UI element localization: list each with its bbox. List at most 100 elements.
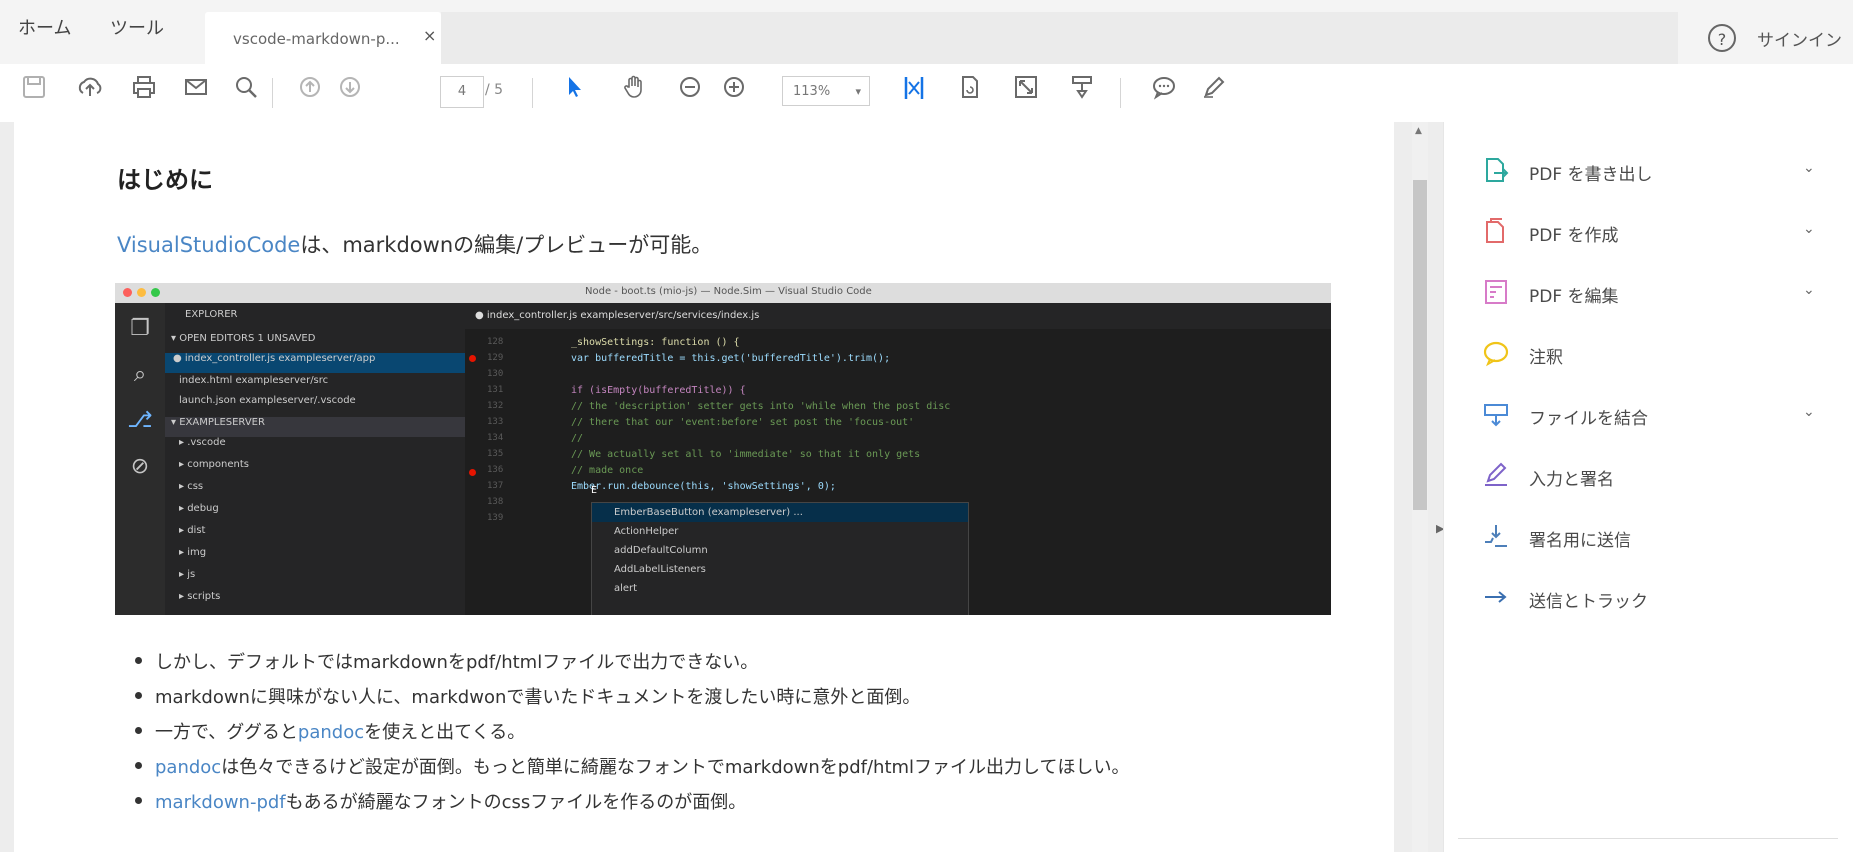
line-number: 134: [487, 433, 504, 443]
list-item: markdown-pdfもあるが綺麗なフォントのcssファイルを作るのが面倒。: [135, 788, 1130, 823]
tool-label: 入力と署名: [1529, 470, 1614, 490]
upload-cloud-icon[interactable]: [72, 74, 108, 110]
scroll-up-icon[interactable]: ▲: [1415, 126, 1422, 136]
zoom-select[interactable]: 113% ▾: [782, 76, 870, 106]
mail-icon[interactable]: [178, 74, 214, 110]
select-cursor-icon[interactable]: [556, 74, 592, 110]
fit-page-icon[interactable]: [896, 74, 932, 110]
list-item-text: しかし、デフォルトではmarkdownをpdf/htmlファイルで出力できない。: [155, 652, 759, 673]
debug-icon: ⊘: [130, 454, 150, 479]
code-line: _showSettings: function () {: [571, 337, 740, 348]
full-screen-icon[interactable]: [1008, 74, 1044, 110]
list-item: 一方で、ググるとpandocを使えと出てくる。: [135, 718, 1130, 753]
code-line: // the 'description' setter gets into 'w…: [571, 401, 951, 412]
edit-pdf-icon: [1481, 278, 1511, 308]
vscode-editor-tab: ● index_controller.js exampleserver/src/…: [475, 310, 760, 321]
tools-panel-divider: [1458, 838, 1838, 839]
window-maximize-dot: [151, 288, 160, 297]
explorer-row: ● index_controller.js exampleserver/app: [165, 353, 465, 373]
vscode-link[interactable]: VisualStudioCode: [117, 233, 300, 257]
toolbar-separator: [272, 78, 273, 108]
code-line: if (isEmpty(bufferedTitle)) {: [571, 385, 746, 396]
send-and-track-icon: [1481, 583, 1511, 613]
tool-edit-pdf[interactable]: PDF を編集 ⌄: [1481, 274, 1831, 314]
line-number: 135: [487, 449, 504, 459]
comment-icon[interactable]: [1146, 74, 1182, 110]
chevron-down-icon: ▾: [855, 85, 861, 98]
tab-tools[interactable]: ツール: [110, 14, 164, 40]
line-number: 137: [487, 481, 504, 491]
explorer-row: ▸ components: [179, 459, 249, 470]
page-number-input[interactable]: 4: [440, 76, 484, 108]
prev-page-icon[interactable]: [292, 74, 328, 110]
explorer-row: ▸ .vscode: [179, 437, 226, 448]
export-pdf-icon: [1481, 156, 1511, 186]
print-icon[interactable]: [126, 74, 162, 110]
chevron-down-icon[interactable]: ⌄: [1803, 221, 1815, 237]
document-scrollbar[interactable]: ▲: [1412, 122, 1428, 852]
window-close-dot: [123, 288, 132, 297]
page-heading: はじめに: [117, 166, 213, 194]
list-item: markdownに興味がない人に、markdwonで書いたドキュメントを渡したい…: [135, 683, 1130, 718]
zoom-out-icon[interactable]: [672, 74, 708, 110]
tool-combine-files[interactable]: ファイルを結合 ⌄: [1481, 396, 1831, 436]
zoom-in-icon[interactable]: [716, 74, 752, 110]
explorer-row: ▸ debug: [179, 503, 219, 514]
send-for-signature-icon: [1481, 522, 1511, 552]
tab-close-icon[interactable]: ×: [423, 26, 436, 45]
intro-text: は、markdownの編集/プレビューが可能。: [300, 233, 713, 257]
explorer-row: ▸ img: [179, 547, 207, 558]
code-line: Ember.run.debounce(this, 'showSettings',…: [571, 481, 836, 492]
page-total: / 5: [485, 82, 504, 98]
line-number: 139: [487, 513, 504, 523]
suggestion-item: addDefaultColumn: [614, 545, 708, 556]
tool-label: PDF を編集: [1529, 287, 1619, 307]
line-number: 129: [487, 353, 504, 363]
tab-home[interactable]: ホーム: [18, 14, 71, 40]
explorer-row: ▸ css: [179, 481, 204, 492]
list-item-text: 一方で、ググると: [155, 722, 298, 743]
tool-label: 送信とトラック: [1529, 592, 1648, 612]
tool-export-pdf[interactable]: PDF を書き出し ⌄: [1481, 152, 1831, 192]
list-item-text: markdownに興味がない人に、markdwonで書いたドキュメントを渡したい…: [155, 687, 921, 708]
signin-button[interactable]: サインイン: [1757, 26, 1842, 51]
vscode-editor-tabs: ● index_controller.js exampleserver/src/…: [465, 303, 1331, 329]
vscode-editor: ● index_controller.js exampleserver/src/…: [465, 303, 1331, 615]
suggestion-item: alert: [614, 583, 638, 594]
highlight-tool-icon[interactable]: [1064, 74, 1100, 110]
explorer-row: launch.json exampleserver/.vscode: [179, 395, 356, 406]
tool-create-pdf[interactable]: PDF を作成 ⌄: [1481, 213, 1831, 253]
chevron-down-icon[interactable]: ⌄: [1803, 160, 1815, 176]
pandoc-link[interactable]: pandoc: [298, 722, 364, 743]
pen-icon[interactable]: [1196, 74, 1232, 110]
list-item: しかし、デフォルトではmarkdownをpdf/htmlファイルで出力できない。: [135, 648, 1130, 683]
next-page-icon[interactable]: [332, 74, 368, 110]
chevron-down-icon[interactable]: ⌄: [1803, 404, 1815, 420]
line-number: 132: [487, 401, 504, 411]
intro-paragraph: VisualStudioCodeは、markdownの編集/プレビューが可能。: [117, 229, 712, 259]
help-icon[interactable]: ?: [1708, 24, 1736, 52]
tool-fill-sign[interactable]: 入力と署名: [1481, 457, 1831, 497]
explorer-row: EXPLORER: [185, 309, 238, 320]
line-number: 130: [487, 369, 504, 379]
save-icon[interactable]: [16, 74, 52, 110]
scrollbar-thumb[interactable]: [1413, 180, 1427, 510]
tool-send-and-track[interactable]: 送信とトラック: [1481, 579, 1831, 619]
bullet-list: しかし、デフォルトではmarkdownをpdf/htmlファイルで出力できない。…: [135, 648, 1130, 823]
search-icon[interactable]: [228, 74, 264, 110]
rotate-view-icon[interactable]: [952, 74, 988, 110]
chevron-down-icon[interactable]: ⌄: [1803, 282, 1815, 298]
fill-sign-icon: [1481, 461, 1511, 491]
suggestion-item: EmberBaseButton (exampleserver) ...: [592, 503, 968, 522]
list-item: pandocは色々できるけど設定が面倒。もっと簡単に綺麗なフォントでmarkdo…: [135, 753, 1130, 788]
pandoc-link[interactable]: pandoc: [155, 757, 221, 778]
tool-send-for-signature[interactable]: 署名用に送信: [1481, 518, 1831, 558]
markdown-pdf-link[interactable]: markdown-pdf: [155, 792, 286, 813]
explorer-row: index.html exampleserver/src: [179, 375, 329, 386]
hand-tool-icon[interactable]: [616, 74, 652, 110]
vscode-window-title: Node - boot.ts (mio-js) — Node.Sim — Vis…: [585, 286, 872, 297]
code-line: // We actually set all to 'immediate' so…: [571, 449, 921, 460]
tool-comment[interactable]: 注釈: [1481, 335, 1831, 375]
list-item-text: を使えと出てくる。: [364, 722, 526, 743]
vscode-titlebar: Node - boot.ts (mio-js) — Node.Sim — Vis…: [115, 283, 1331, 303]
